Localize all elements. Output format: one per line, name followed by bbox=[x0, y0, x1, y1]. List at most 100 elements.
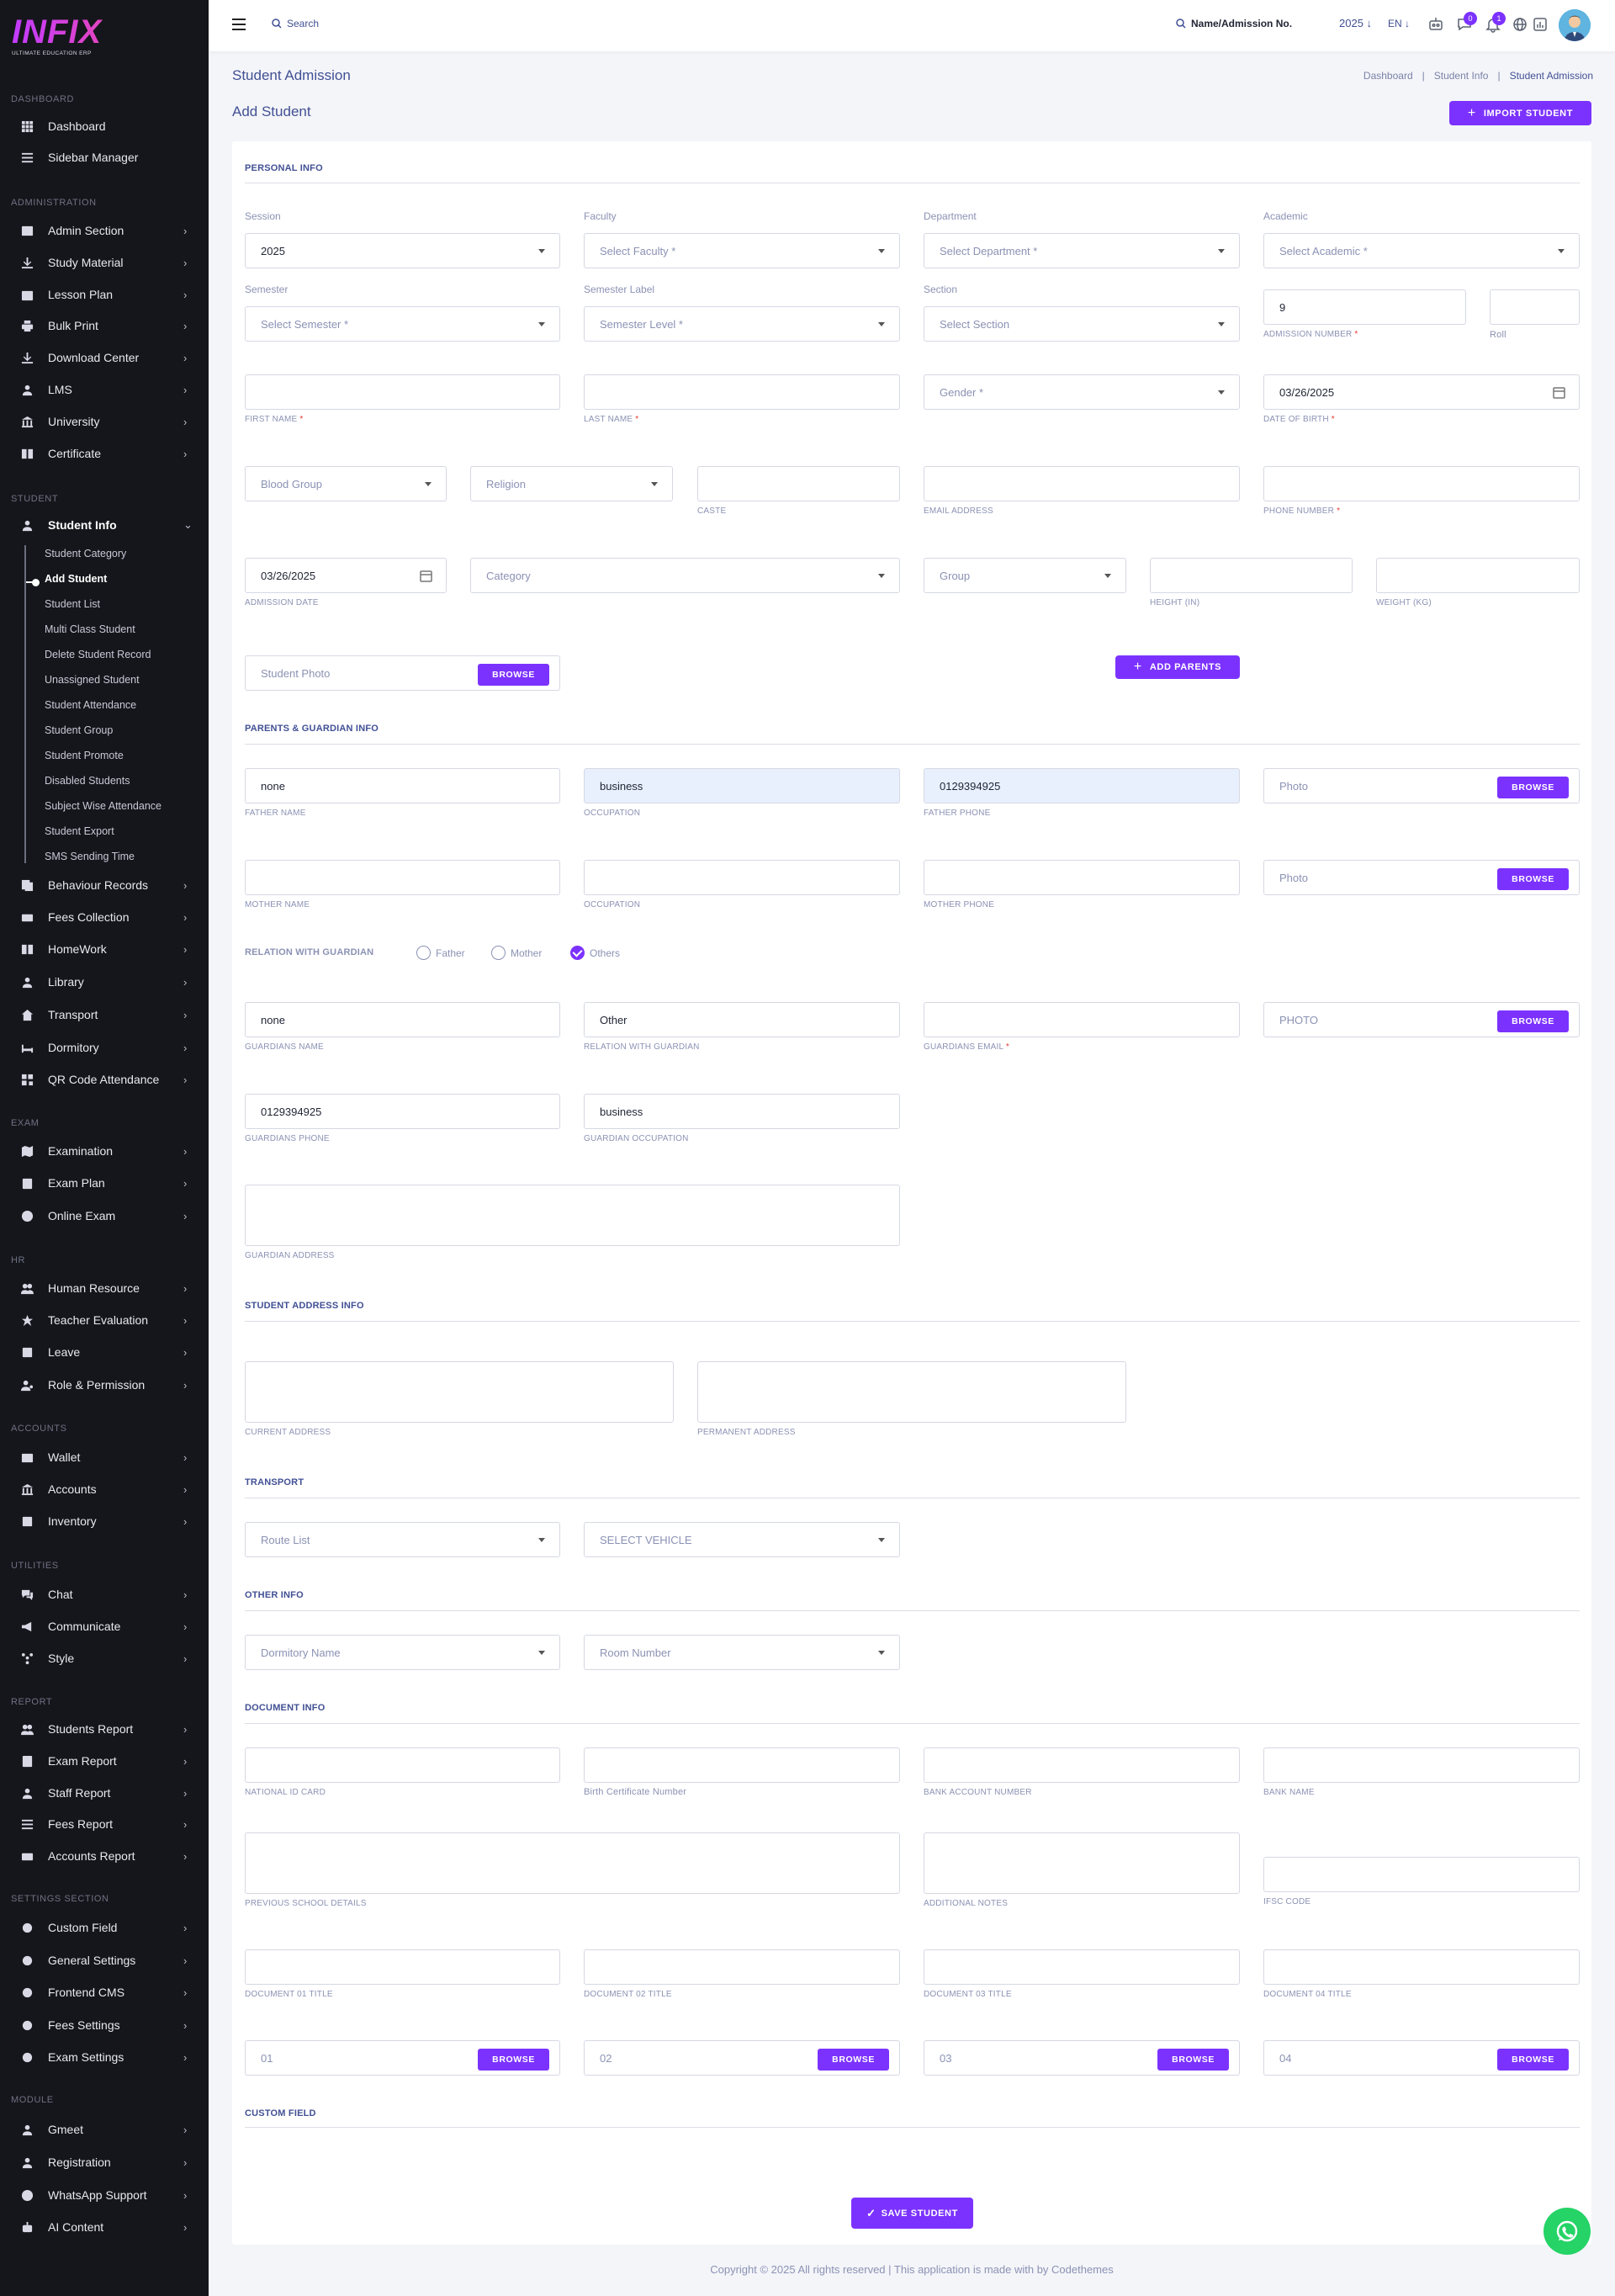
last-name-input[interactable] bbox=[584, 374, 900, 410]
guardian-occupation-input[interactable]: business bbox=[584, 1094, 900, 1129]
blood-group-select[interactable]: Blood Group bbox=[245, 466, 447, 501]
sidebar-item-fees-settings[interactable]: Fees Settings › bbox=[0, 2012, 209, 2038]
sidebar-item-leave[interactable]: Leave › bbox=[0, 1339, 209, 1365]
father-name-input[interactable]: none bbox=[245, 768, 560, 803]
document-04-file-input[interactable]: 04 BROWSE bbox=[1263, 2040, 1580, 2076]
sidebar-item-library[interactable]: Library › bbox=[0, 969, 209, 994]
sidebar-item-sidebar-manager[interactable]: Sidebar Manager bbox=[0, 145, 209, 170]
radio-others[interactable]: Others bbox=[570, 946, 620, 960]
sidebar-item-teacher-evaluation[interactable]: Teacher Evaluation › bbox=[0, 1307, 209, 1333]
sidebar-item-custom-field[interactable]: Custom Field › bbox=[0, 1915, 209, 1940]
sidebar-item-study-material[interactable]: Study Material › bbox=[0, 250, 209, 275]
document-03-title-input[interactable] bbox=[924, 1949, 1240, 1985]
whatsapp-icon[interactable] bbox=[1544, 2208, 1591, 2255]
sidebar-item-lesson-plan[interactable]: Lesson Plan › bbox=[0, 282, 209, 307]
language-select[interactable]: EN ↓ bbox=[1388, 18, 1410, 29]
sidebar-item-gmeet[interactable]: Gmeet › bbox=[0, 2117, 209, 2142]
email-input[interactable] bbox=[924, 466, 1240, 501]
guardian-relation-input[interactable]: Other bbox=[584, 1002, 900, 1037]
sidebar-item-fees-collection[interactable]: Fees Collection › bbox=[0, 904, 209, 930]
vehicle-select[interactable]: SELECT VEHICLE bbox=[584, 1522, 900, 1557]
guardian-phone-input[interactable]: 0129394925 bbox=[245, 1094, 560, 1129]
mother-occupation-input[interactable] bbox=[584, 860, 900, 895]
submenu-student-attendance[interactable]: Student Attendance bbox=[45, 699, 136, 711]
current-address-textarea[interactable] bbox=[245, 1361, 674, 1423]
permanent-address-textarea[interactable] bbox=[697, 1361, 1126, 1423]
sidebar-item-inventory[interactable]: Inventory › bbox=[0, 1509, 209, 1534]
sidebar-item-whatsapp-support[interactable]: WhatsApp Support › bbox=[0, 2182, 209, 2208]
sidebar-item-wallet[interactable]: Wallet › bbox=[0, 1445, 209, 1470]
room-number-select[interactable]: Room Number bbox=[584, 1635, 900, 1670]
document-02-file-input[interactable]: 02 BROWSE bbox=[584, 2040, 900, 2076]
sidebar-item-university[interactable]: University › bbox=[0, 409, 209, 434]
submenu-multi-class-student[interactable]: Multi Class Student bbox=[45, 623, 135, 635]
browse-button[interactable]: BROWSE bbox=[1497, 777, 1569, 798]
menu-icon[interactable] bbox=[232, 19, 246, 30]
browse-button[interactable]: BROWSE bbox=[478, 2049, 549, 2071]
admission-number-input[interactable]: 9 bbox=[1263, 289, 1466, 325]
sidebar-item-students-report[interactable]: Students Report › bbox=[0, 1716, 209, 1742]
sidebar-item-registration[interactable]: Registration › bbox=[0, 2150, 209, 2175]
browse-button[interactable]: BROWSE bbox=[1497, 868, 1569, 890]
document-02-title-input[interactable] bbox=[584, 1949, 900, 1985]
bank-account-input[interactable] bbox=[924, 1747, 1240, 1783]
sidebar-item-qr-code-attendance[interactable]: QR Code Attendance › bbox=[0, 1067, 209, 1092]
guardian-email-input[interactable] bbox=[924, 1002, 1240, 1037]
browse-button[interactable]: BROWSE bbox=[1497, 1010, 1569, 1032]
submenu-student-list[interactable]: Student List bbox=[45, 598, 100, 610]
submenu-add-student[interactable]: Add Student bbox=[45, 573, 107, 585]
submenu-delete-student-record[interactable]: Delete Student Record bbox=[45, 649, 151, 660]
sidebar-item-lms[interactable]: LMS › bbox=[0, 377, 209, 402]
gender-select[interactable]: Gender * bbox=[924, 374, 1240, 410]
guardian-address-textarea[interactable] bbox=[245, 1185, 900, 1246]
admission-date-input[interactable]: 03/26/2025 bbox=[245, 558, 447, 593]
sidebar-item-examination[interactable]: Examination › bbox=[0, 1138, 209, 1164]
mother-phone-input[interactable] bbox=[924, 860, 1240, 895]
sidebar-item-staff-report[interactable]: Staff Report › bbox=[0, 1780, 209, 1806]
browse-button[interactable]: BROWSE bbox=[1497, 2049, 1569, 2071]
phone-input[interactable] bbox=[1263, 466, 1580, 501]
academic-select[interactable]: Select Academic * bbox=[1263, 233, 1580, 268]
submenu-student-promote[interactable]: Student Promote bbox=[45, 750, 124, 761]
sidebar-item-exam-settings[interactable]: Exam Settings › bbox=[0, 2044, 209, 2070]
height-input[interactable] bbox=[1150, 558, 1353, 593]
sidebar-item-download-center[interactable]: Download Center › bbox=[0, 345, 209, 370]
dormitory-select[interactable]: Dormitory Name bbox=[245, 1635, 560, 1670]
robot-icon[interactable] bbox=[1427, 16, 1444, 33]
year-select[interactable]: 2025 ↓ bbox=[1339, 17, 1372, 29]
import-student-button[interactable]: + IMPORT STUDENT bbox=[1449, 101, 1591, 125]
faculty-select[interactable]: Select Faculty * bbox=[584, 233, 900, 268]
sidebar-item-communicate[interactable]: Communicate › bbox=[0, 1614, 209, 1639]
sidebar-item-accounts-report[interactable]: Accounts Report › bbox=[0, 1843, 209, 1869]
date-of-birth-input[interactable]: 03/26/2025 bbox=[1263, 374, 1580, 410]
category-select[interactable]: Category bbox=[470, 558, 900, 593]
submenu-student-export[interactable]: Student Export bbox=[45, 825, 114, 837]
document-03-file-input[interactable]: 03 BROWSE bbox=[924, 2040, 1240, 2076]
guardian-name-input[interactable]: none bbox=[245, 1002, 560, 1037]
sidebar-item-human-resource[interactable]: Human Resource › bbox=[0, 1275, 209, 1301]
sidebar-item-fees-report[interactable]: Fees Report › bbox=[0, 1811, 209, 1837]
additional-notes-textarea[interactable] bbox=[924, 1832, 1240, 1894]
roll-input[interactable] bbox=[1490, 289, 1580, 325]
weight-input[interactable] bbox=[1376, 558, 1580, 593]
first-name-input[interactable] bbox=[245, 374, 560, 410]
sidebar-item-dormitory[interactable]: Dormitory › bbox=[0, 1035, 209, 1060]
session-select[interactable]: 2025 bbox=[245, 233, 560, 268]
sidebar-item-dashboard[interactable]: Dashboard bbox=[0, 114, 209, 139]
submenu-unassigned-student[interactable]: Unassigned Student bbox=[45, 674, 140, 686]
religion-select[interactable]: Religion bbox=[470, 466, 673, 501]
mother-photo-input[interactable]: Photo BROWSE bbox=[1263, 860, 1580, 895]
calendar-icon[interactable] bbox=[1553, 386, 1565, 399]
admission-search[interactable]: Name/Admission No. bbox=[1176, 18, 1292, 29]
submenu-subject-wise-attendance[interactable]: Subject Wise Attendance bbox=[45, 800, 162, 812]
sidebar-item-exam-plan[interactable]: Exam Plan › bbox=[0, 1170, 209, 1196]
student-photo-input[interactable]: Student Photo BROWSE bbox=[245, 655, 560, 691]
previous-school-textarea[interactable] bbox=[245, 1832, 900, 1894]
group-select[interactable]: Group bbox=[924, 558, 1126, 593]
browse-button[interactable]: BROWSE bbox=[478, 664, 549, 686]
search-box[interactable]: Search bbox=[272, 18, 319, 29]
sidebar-item-ai-content[interactable]: AI Content › bbox=[0, 2214, 209, 2240]
sidebar-item-exam-report[interactable]: Exam Report › bbox=[0, 1748, 209, 1774]
sidebar-item-admin-section[interactable]: Admin Section › bbox=[0, 218, 209, 243]
sidebar-item-frontend-cms[interactable]: Frontend CMS › bbox=[0, 1980, 209, 2005]
